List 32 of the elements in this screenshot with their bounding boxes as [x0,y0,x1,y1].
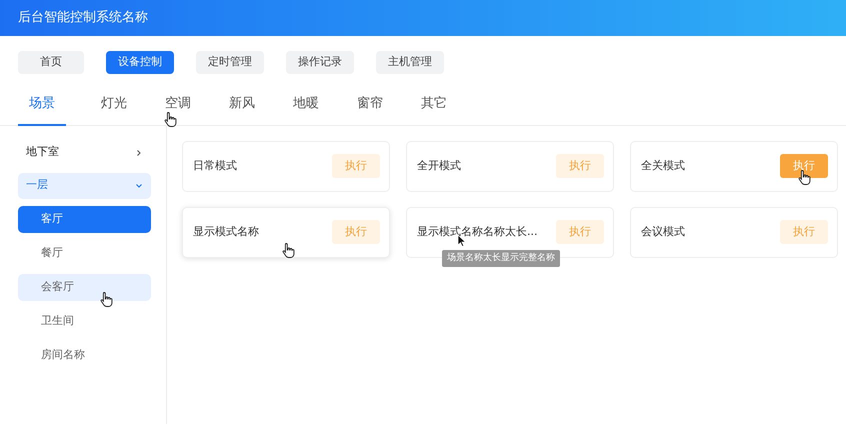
room-item[interactable]: 餐厅 [18,240,151,266]
floor-item[interactable]: 一层 [18,172,151,198]
nav-button[interactable]: 设备控制 [106,51,174,74]
room-item[interactable]: 房间名称 [18,342,151,368]
hand-cursor-icon [798,169,812,185]
tab[interactable]: 场景 [18,90,66,126]
tab[interactable]: 窗帘 [338,90,402,126]
app-title: 后台智能控制系统名称 [18,9,148,28]
chevron-down-icon [135,182,143,190]
nav-button[interactable]: 首页 [18,51,84,74]
hand-cursor-icon [100,291,114,307]
scene-name: 会议模式 [641,224,685,240]
nav-button[interactable]: 操作记录 [286,51,354,74]
scene-name: 显示模式名称名称太长... [417,224,538,240]
tab[interactable]: 灯光 [82,90,146,126]
hand-cursor-icon [164,111,178,127]
chevron-right-icon [135,148,143,156]
scene-name: 全开模式 [417,158,461,174]
scene-name: 显示模式名称 [193,224,259,240]
tab[interactable]: 新风 [210,90,274,126]
tab[interactable]: 地暖 [274,90,338,126]
floor-item[interactable]: 地下室 [18,140,151,166]
nav-button[interactable]: 定时管理 [196,51,264,74]
tab[interactable]: 其它 [402,90,466,126]
scene-name: 全关模式 [641,158,685,174]
tooltip: 场景名称太长显示完整名称 [442,250,560,267]
nav-button[interactable]: 主机管理 [376,51,444,74]
tab[interactable]: 空调 [146,90,210,126]
room-item[interactable]: 卫生间 [18,308,151,334]
room-item[interactable]: 客厅 [18,206,151,232]
scene-name: 日常模式 [193,158,237,174]
room-item[interactable]: 会客厅 [18,274,151,300]
